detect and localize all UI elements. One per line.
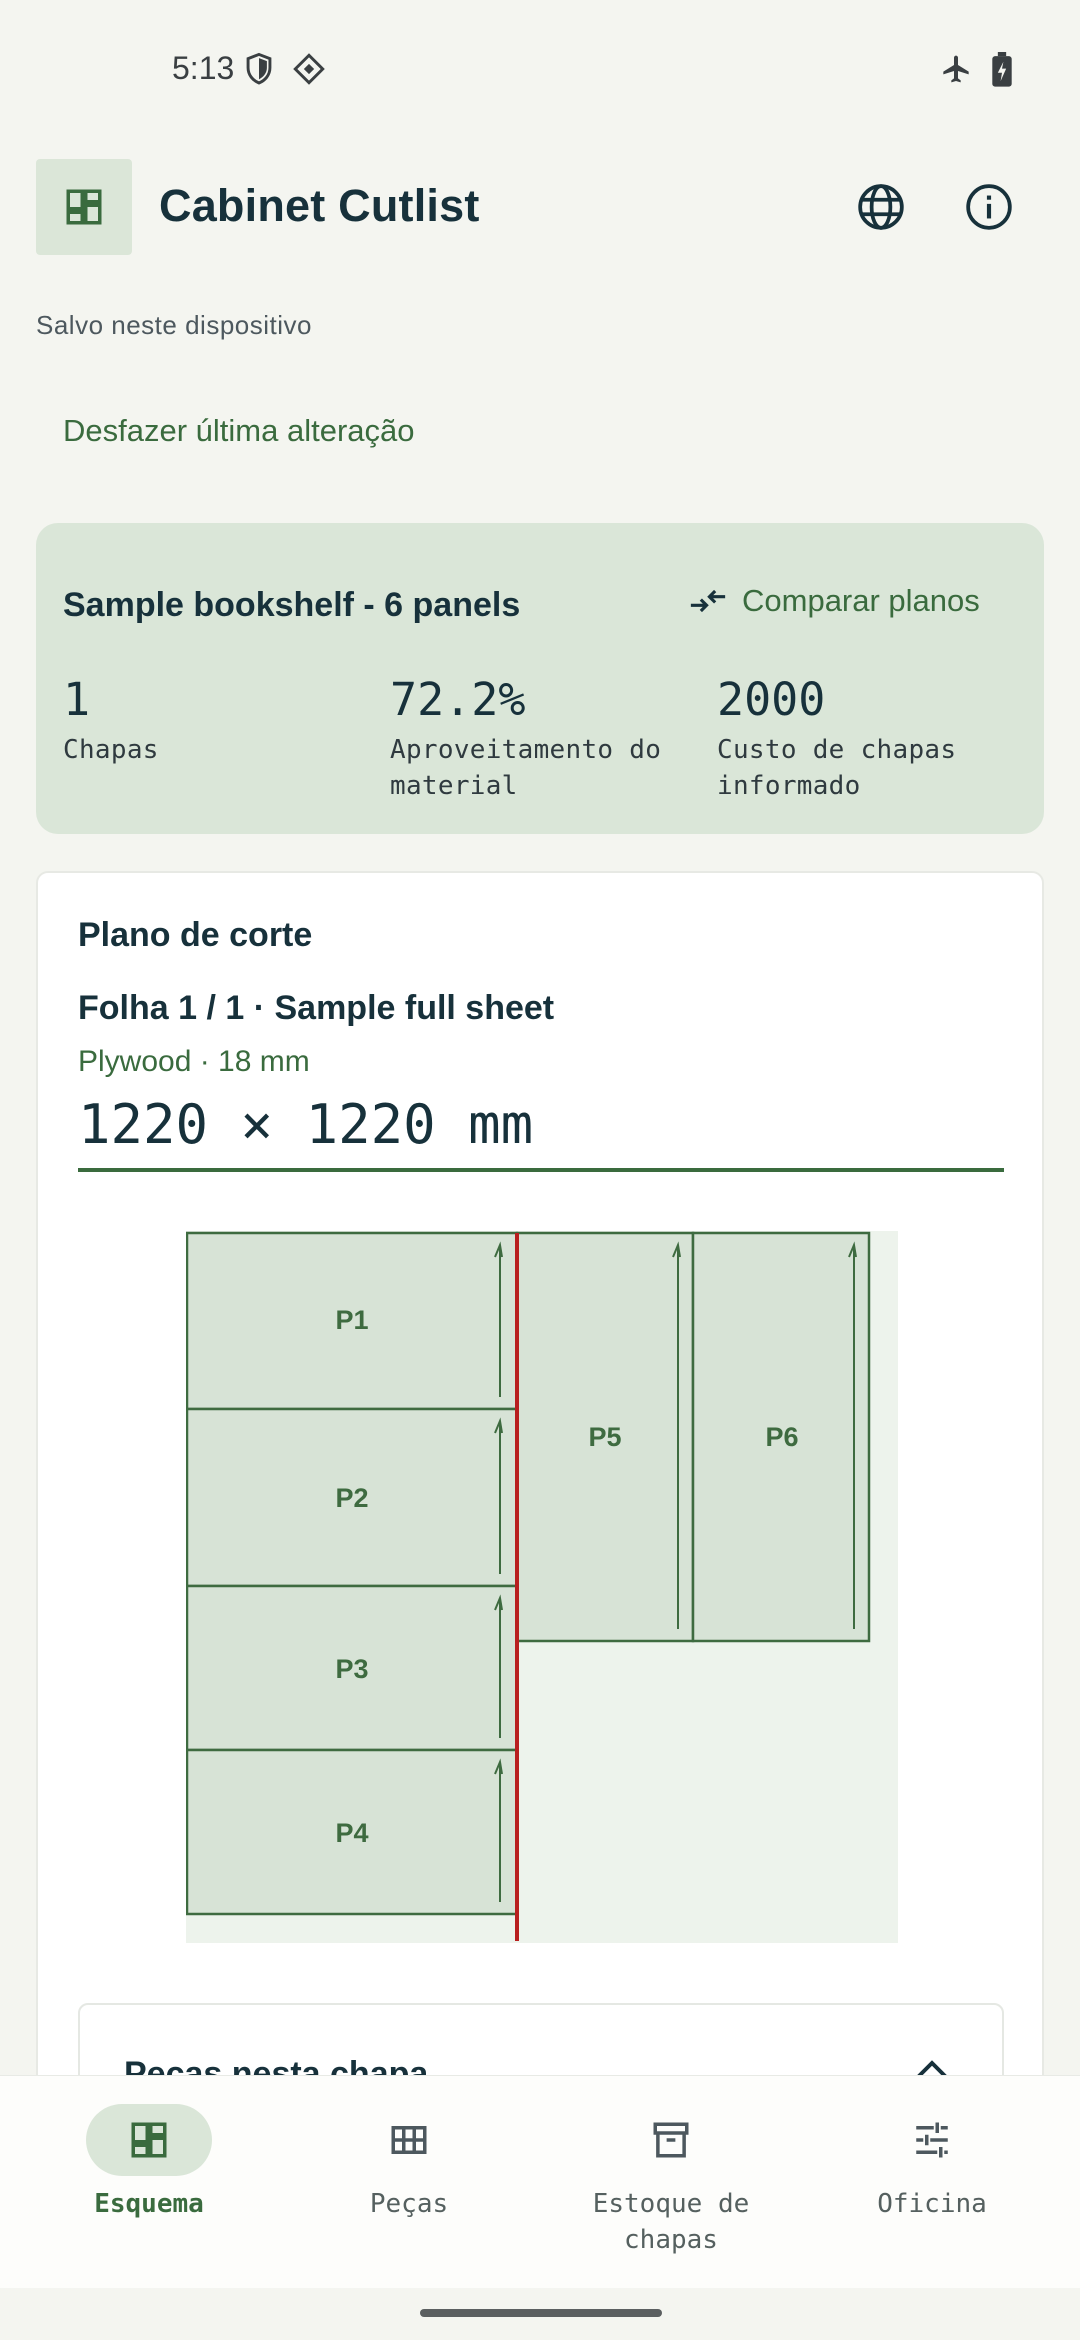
archive-icon [653,2122,689,2158]
diamond-icon [292,52,326,88]
sheet-dimensions: 1220 × 1220 mm [78,1093,534,1156]
globe-icon [858,184,904,230]
tune-icon [916,2122,948,2158]
battery-icon [990,52,1024,88]
piece-label: P3 [335,1654,368,1684]
nav-label: Estoque de chapas [592,2189,750,2255]
nav-esquema[interactable]: Esquema [19,2104,279,2222]
sheet-title: Folha 1 / 1 · Sample full sheet [78,989,555,1027]
stat-material-usage: 72.2% Aproveitamento do material [390,673,690,804]
nav-icon-indicator [869,2104,995,2176]
cut-plan-heading: Plano de corte [78,916,313,954]
status-time: 5:13 [172,50,235,86]
app-logo [36,159,132,255]
piece-label: P1 [335,1305,368,1335]
plan-name: Sample bookshelf - 6 panels [63,586,521,624]
piece-p5[interactable]: P5 [515,1231,695,1643]
airplane-icon [940,52,974,88]
info-button[interactable] [953,171,1025,243]
screen: 5:13 Cabinet Cutlist Salvo neste disposi… [0,0,1080,2340]
compare-arrows-icon [690,589,726,613]
stat-label: Custo de chapas informado [717,735,957,801]
piece-label: P6 [765,1422,798,1452]
piece-p4[interactable]: P4 [186,1748,519,1916]
nav-icon-indicator [346,2104,472,2176]
dashboard-icon [66,189,102,225]
nav-label: Esquema [94,2189,204,2219]
stat-label: Aproveitamento do material [390,735,662,801]
piece-label: P4 [335,1818,368,1848]
stat-sheets: 1 Chapas [63,673,363,768]
stat-label: Chapas [63,735,159,765]
bottom-nav: Esquema Peças Estoque de chapas Oficina [0,2075,1080,2288]
sheet-layout[interactable]: P1 P2 P3 P4 P5 P6 [186,1231,898,1943]
nav-icon-indicator [86,2104,212,2176]
nav-oficina[interactable]: Oficina [802,2104,1062,2222]
stat-value: 2000 [717,673,826,726]
nav-label: Peças [369,2189,449,2219]
piece-p6[interactable]: P6 [691,1231,871,1643]
piece-label: P2 [335,1483,368,1513]
save-status: Salvo neste dispositivo [36,310,312,340]
cut-plan-card: Plano de corte Folha 1 / 1 · Sample full… [36,871,1044,2131]
compare-plans-button[interactable]: Comparar planos [688,583,980,619]
stat-value: 72.2% [390,673,526,726]
nav-icon-indicator [608,2104,734,2176]
compare-plans-label: Comparar planos [742,583,980,618]
stat-value: 1 [63,673,91,726]
nav-pecas[interactable]: Peças [279,2104,539,2222]
grid-icon [391,2126,427,2154]
shield-icon [244,52,278,88]
info-icon [966,184,1012,230]
stat-sheet-cost: 2000 Custo de chapas informado [717,673,1017,804]
app-title: Cabinet Cutlist [159,180,480,231]
status-bar: 5:13 [0,0,1080,140]
piece-label: P5 [588,1422,621,1452]
nav-estoque-de-chapas[interactable]: Estoque de chapas [541,2104,801,2258]
dashboard-icon [131,2122,167,2158]
summary-card: Sample bookshelf - 6 panels Comparar pla… [36,523,1044,834]
piece-p3[interactable]: P3 [186,1584,519,1752]
undo-button[interactable]: Desfazer última alteração [63,413,415,449]
language-button[interactable] [845,171,917,243]
nav-label: Oficina [877,2189,987,2219]
piece-p2[interactable]: P2 [186,1407,519,1588]
piece-p1[interactable]: P1 [186,1231,519,1411]
dimensions-underline [78,1168,1004,1172]
home-indicator[interactable] [420,2309,662,2317]
sheet-material: Plywood · 18 mm [78,1045,310,1078]
